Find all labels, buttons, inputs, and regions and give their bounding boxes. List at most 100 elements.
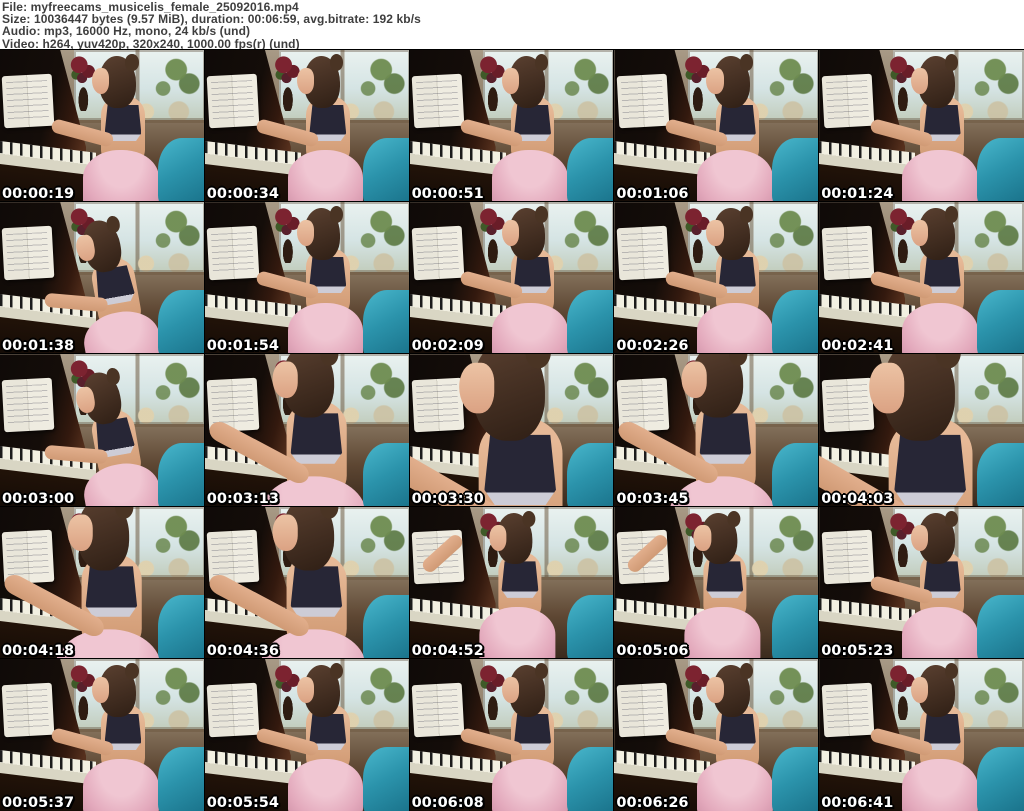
teal-fabric (976, 442, 1024, 507)
metadata-header: File: myfreecams_musicelis_female_250920… (0, 0, 1024, 50)
pianist-skirt (287, 302, 364, 355)
teal-fabric (362, 138, 410, 203)
video-frame-illustration (409, 202, 615, 355)
pianist-skirt (902, 150, 978, 203)
pianist-face (911, 220, 929, 247)
video-thumbnail[interactable]: 00:05:54 (203, 657, 411, 811)
teal-fabric (976, 594, 1024, 659)
pianist-face (706, 220, 724, 247)
video-thumbnail[interactable]: 00:04:36 (203, 505, 411, 660)
video-frame-illustration (409, 50, 615, 203)
timestamp-label: 00:01:24 (821, 186, 894, 203)
timestamp-label: 00:04:03 (821, 490, 894, 507)
timestamp-label: 00:05:54 (206, 794, 279, 811)
pianist-face (501, 68, 519, 95)
pianist-skirt (492, 759, 569, 811)
timestamp-label: 00:05:37 (2, 794, 75, 811)
sheet-music (821, 530, 874, 585)
video-thumbnail[interactable]: 00:04:52 (408, 505, 616, 660)
video-thumbnail[interactable]: 00:03:45 (613, 353, 821, 508)
video-thumbnail[interactable]: 00:05:06 (613, 505, 821, 660)
teal-fabric (362, 290, 410, 355)
timestamp-label: 00:03:00 (2, 490, 75, 507)
pianist-skirt (902, 302, 978, 355)
video-thumbnail[interactable]: 00:04:18 (0, 505, 206, 660)
pianist-face (501, 220, 519, 247)
sheet-music (206, 225, 260, 281)
video-thumbnail[interactable]: 00:06:08 (408, 657, 616, 811)
video-thumbnail[interactable]: 00:02:09 (408, 201, 616, 356)
sheet-music (616, 225, 670, 281)
timestamp-label: 00:04:18 (2, 642, 75, 659)
pianist-top (290, 565, 342, 617)
video-frame-illustration (0, 506, 205, 659)
video-thumbnail[interactable]: 00:01:24 (818, 48, 1024, 204)
thumbnail-grid: 00:00:19 00:00:34 00:00:51 00:01:06 00:0… (0, 48, 1024, 811)
teal-fabric (157, 138, 205, 203)
video-frame-illustration (0, 658, 205, 811)
pianist-face (296, 68, 315, 95)
video-thumbnail[interactable]: 00:01:54 (203, 201, 411, 356)
pianist-face (682, 362, 707, 399)
timestamp-label: 00:05:23 (821, 642, 894, 659)
pianist-skirt (79, 458, 165, 507)
pianist-skirt (82, 150, 159, 203)
video-thumbnail[interactable]: 00:05:37 (0, 657, 206, 811)
timestamp-label: 00:00:19 (2, 186, 75, 203)
timestamp-label: 00:06:08 (411, 794, 484, 811)
pianist-face (501, 677, 519, 703)
sheet-music (411, 225, 465, 281)
teal-fabric (567, 138, 615, 203)
video-thumbnail[interactable]: 00:03:00 (0, 353, 206, 508)
teal-fabric (567, 290, 615, 355)
video-thumbnail[interactable]: 00:02:26 (613, 201, 821, 356)
pianist-top (290, 413, 342, 465)
video-frame-illustration (204, 658, 410, 811)
video-frame-illustration (409, 354, 615, 507)
pianist-face (911, 677, 929, 703)
sheet-music (821, 225, 874, 281)
video-frame-illustration (819, 50, 1024, 203)
timestamp-label: 00:00:34 (206, 186, 279, 203)
pianist-skirt (287, 150, 364, 203)
teal-fabric (772, 594, 820, 659)
pianist-face (272, 362, 297, 399)
timestamp-label: 00:02:41 (821, 338, 894, 355)
video-thumbnail[interactable]: 00:00:51 (408, 48, 616, 204)
video-thumbnail[interactable]: 00:05:23 (818, 505, 1024, 660)
video-frame-illustration (204, 354, 410, 507)
video-thumbnail[interactable]: 00:03:13 (203, 353, 411, 508)
video-thumbnail[interactable]: 00:00:19 (0, 48, 206, 204)
video-frame-illustration (819, 658, 1024, 811)
video-frame-illustration (0, 50, 205, 203)
sheet-music (206, 682, 260, 737)
timestamp-label: 00:00:51 (411, 186, 484, 203)
video-thumbnail[interactable]: 00:00:34 (203, 48, 411, 204)
timestamp-label: 00:01:06 (616, 186, 689, 203)
video-frame-illustration (204, 202, 410, 355)
video-thumbnail[interactable]: 00:06:41 (818, 657, 1024, 811)
video-thumbnail[interactable]: 00:04:03 (818, 353, 1024, 508)
pianist-face (460, 363, 494, 415)
video-thumbnail[interactable]: 00:03:30 (408, 353, 616, 508)
pianist-top (706, 561, 744, 598)
timestamp-label: 00:04:36 (206, 642, 279, 659)
teal-fabric (157, 594, 205, 659)
sheet-music (411, 73, 465, 128)
pianist-face (693, 524, 712, 551)
teal-fabric (976, 138, 1024, 203)
teal-fabric (567, 594, 615, 659)
video-thumbnail[interactable]: 00:06:26 (613, 657, 821, 811)
video-thumbnail[interactable]: 00:02:41 (818, 201, 1024, 356)
pianist-skirt (684, 607, 761, 659)
pianist-top (699, 413, 752, 465)
timestamp-label: 00:06:26 (616, 794, 689, 811)
pianist-skirt (479, 607, 556, 659)
pianist-skirt (697, 759, 773, 811)
teal-fabric (772, 138, 820, 203)
teal-fabric (976, 747, 1024, 811)
video-thumbnail[interactable]: 00:01:38 (0, 201, 206, 356)
sheet-music (411, 682, 465, 737)
video-thumbnail[interactable]: 00:01:06 (613, 48, 821, 204)
video-info-line: Video: h264, yuv420p, 320x240, 1000.00 f… (2, 36, 300, 51)
